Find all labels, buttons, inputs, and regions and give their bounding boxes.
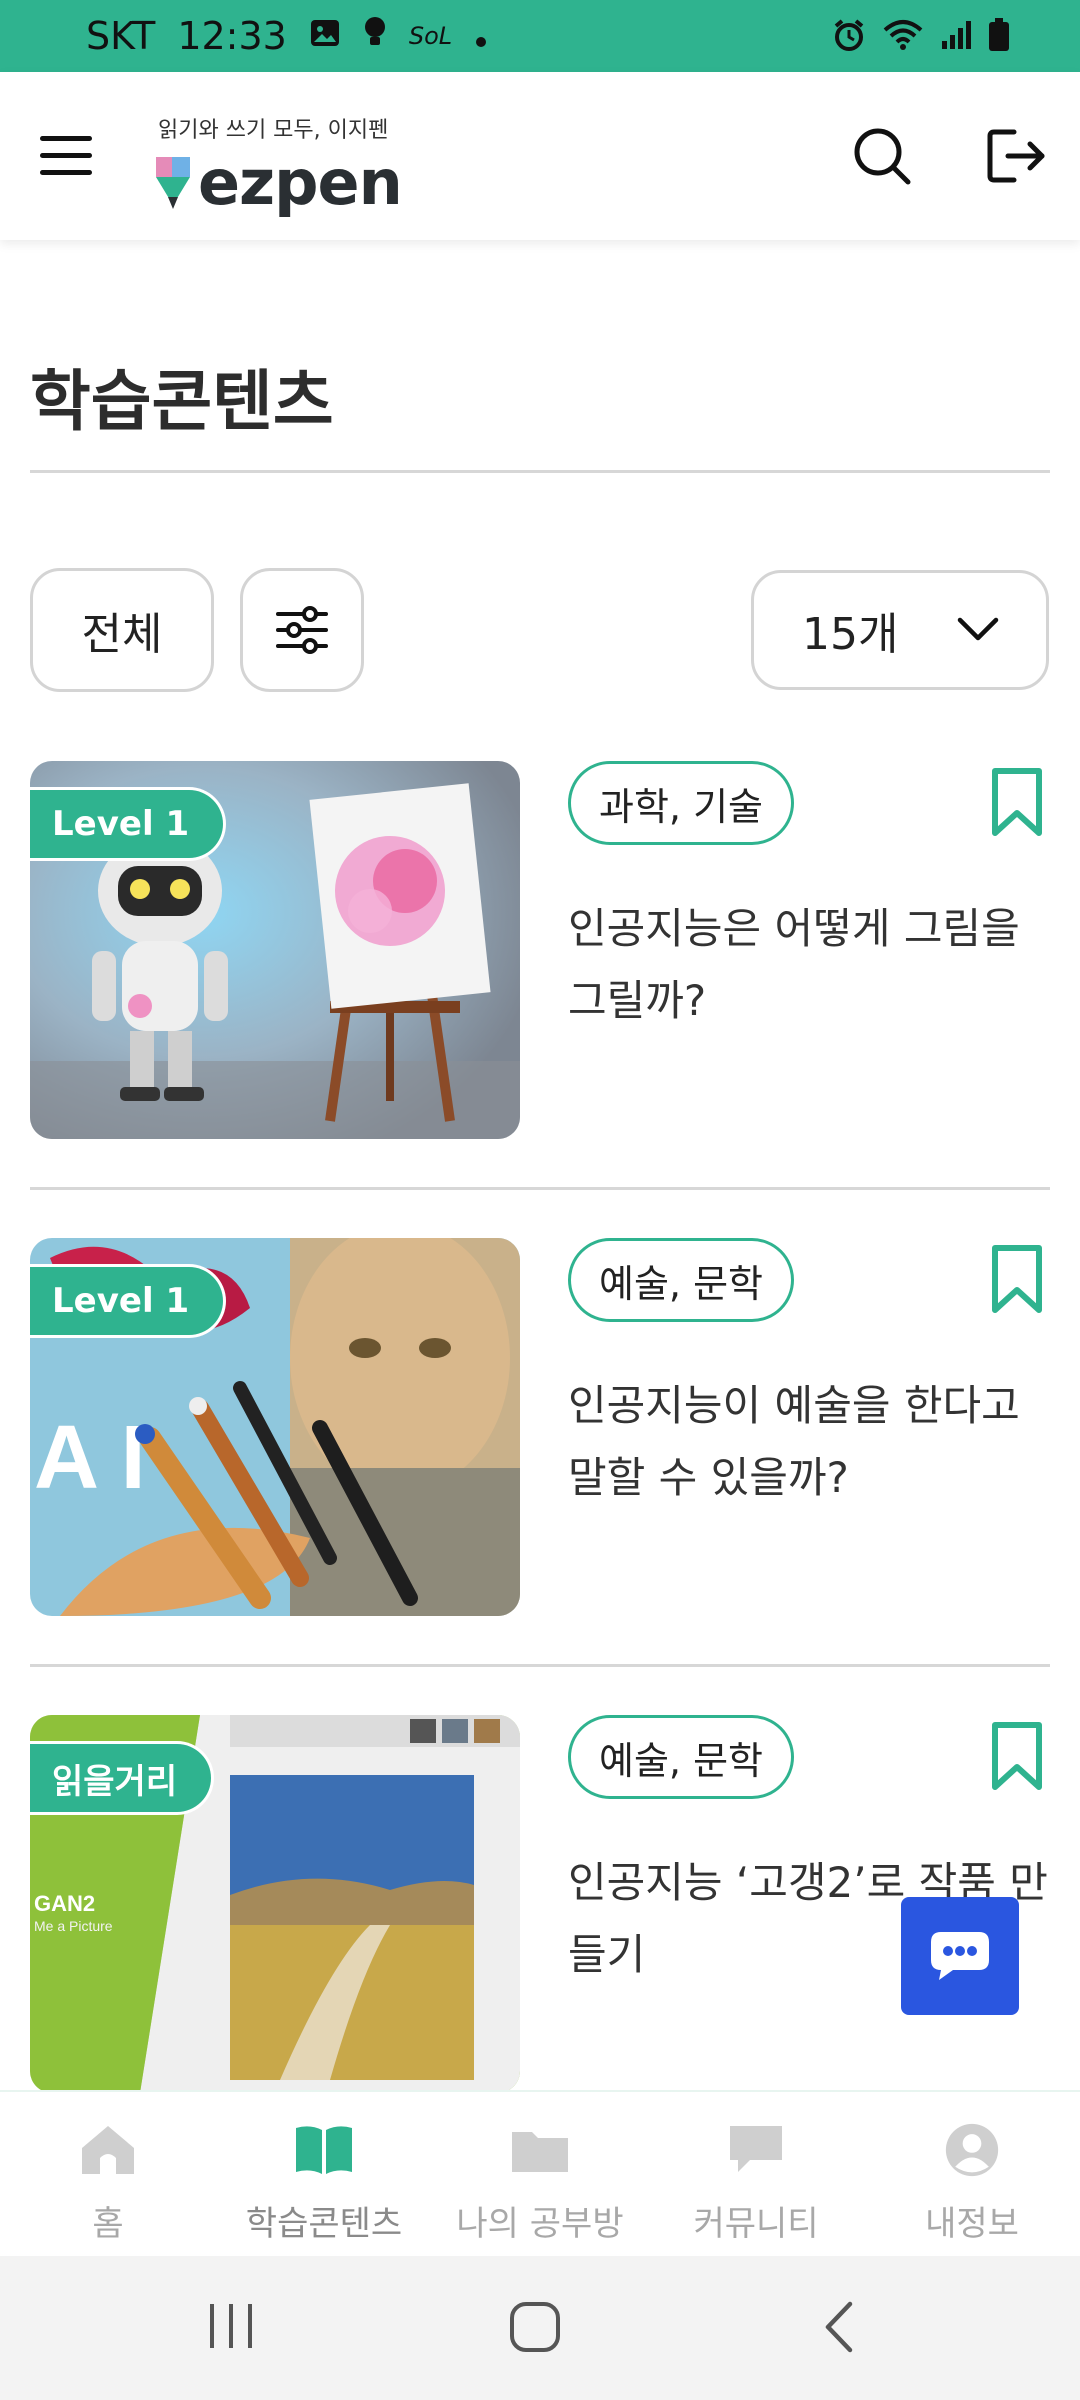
- chat-bubble-icon: [730, 2126, 782, 2172]
- recent-apps-icon[interactable]: [206, 2300, 256, 2356]
- back-icon[interactable]: [822, 2300, 856, 2358]
- filter-all-button[interactable]: 전체: [30, 568, 214, 692]
- home-icon: [82, 2126, 134, 2174]
- category-tag: 과학, 기술: [568, 761, 794, 845]
- content-card[interactable]: Level 1 과학, 기술 인공지능은 어떻게 그림을 그릴까?: [30, 761, 1050, 1141]
- page-title: 학습콘텐츠: [30, 363, 334, 440]
- bookmark-icon[interactable]: [990, 1721, 1044, 1793]
- battery-icon: [988, 18, 1010, 56]
- card-title[interactable]: 인공지능이 예술을 한다고 말할 수 있을까?: [568, 1370, 1058, 1514]
- menu-icon[interactable]: [40, 136, 92, 176]
- carrier: SKT: [86, 14, 156, 58]
- bookmark-icon[interactable]: [990, 767, 1044, 839]
- chat-icon: [931, 1932, 989, 1980]
- card-divider: [30, 1187, 1050, 1190]
- level-badge: Level 1: [30, 787, 227, 861]
- search-icon[interactable]: [850, 124, 914, 188]
- status-right: [832, 18, 1010, 56]
- card-title[interactable]: 인공지능은 어떻게 그림을 그릴까?: [568, 893, 1058, 1037]
- signal-icon: [940, 19, 972, 55]
- content-card[interactable]: A I Level 1 예술, 문학 인공지능이 예술을 한다고 말할 수 있을…: [30, 1238, 1050, 1618]
- count-select-value: 15개: [802, 609, 899, 660]
- nav-community[interactable]: 커뮤니티: [648, 2092, 864, 2256]
- image-icon: [309, 14, 341, 58]
- dot-icon: [474, 14, 488, 58]
- bookmark-icon[interactable]: [990, 1244, 1044, 1316]
- system-navigation: [0, 2256, 1080, 2400]
- bottom-navigation: 홈 학습콘텐츠 나의 공부방 커뮤니티 내정보: [0, 2090, 1080, 2256]
- card-divider: [30, 1664, 1050, 1667]
- nav-my-study[interactable]: 나의 공부방: [432, 2092, 648, 2256]
- clock: 12:33: [177, 14, 287, 58]
- sol-icon: SoL: [408, 22, 453, 50]
- category-tag: 예술, 문학: [568, 1715, 794, 1799]
- nav-profile[interactable]: 내정보: [864, 2092, 1080, 2256]
- reading-badge: 읽을거리: [30, 1741, 215, 1815]
- home-button-icon[interactable]: [508, 2300, 562, 2358]
- count-select[interactable]: 15개: [751, 570, 1049, 690]
- logout-icon[interactable]: [984, 124, 1048, 188]
- alarm-icon: [832, 18, 866, 56]
- logo-brand: ezpen: [156, 146, 403, 219]
- status-bar: SKT 12:33 SoL: [0, 0, 1080, 72]
- wifi-icon: [882, 18, 924, 56]
- ezpen-logo[interactable]: 읽기와 쓰기 모두, 이지펜 ezpen: [156, 112, 403, 219]
- status-left: SKT 12:33 SoL: [86, 14, 488, 58]
- app-header: 읽기와 쓰기 모두, 이지펜 ezpen: [0, 72, 1080, 240]
- bulb-icon: [363, 14, 387, 58]
- logo-tagline: 읽기와 쓰기 모두, 이지펜: [158, 118, 389, 143]
- sliders-icon: [276, 606, 328, 654]
- nav-contents[interactable]: 학습콘텐츠: [216, 2092, 432, 2256]
- title-divider: [30, 470, 1050, 473]
- book-icon: [296, 2126, 352, 2174]
- nav-home[interactable]: 홈: [0, 2092, 216, 2256]
- profile-icon: [945, 2123, 999, 2177]
- chat-button[interactable]: [901, 1897, 1019, 2015]
- card-thumb-text: GAN2: [34, 1891, 95, 1916]
- card-thumb-subtext: Me a Picture: [34, 1918, 113, 1934]
- level-badge: Level 1: [30, 1264, 227, 1338]
- content-card[interactable]: GAN2 Me a Picture 읽을거리 예술, 문학 인공지능 ‘고갱2’…: [30, 1715, 1050, 2095]
- pen-logo-icon: [156, 155, 190, 211]
- category-tag: 예술, 문학: [568, 1238, 794, 1322]
- folder-icon: [512, 2132, 568, 2172]
- filter-settings-button[interactable]: [240, 568, 364, 692]
- card-thumb-text: A I: [34, 1408, 146, 1508]
- chevron-down-icon: [957, 617, 999, 641]
